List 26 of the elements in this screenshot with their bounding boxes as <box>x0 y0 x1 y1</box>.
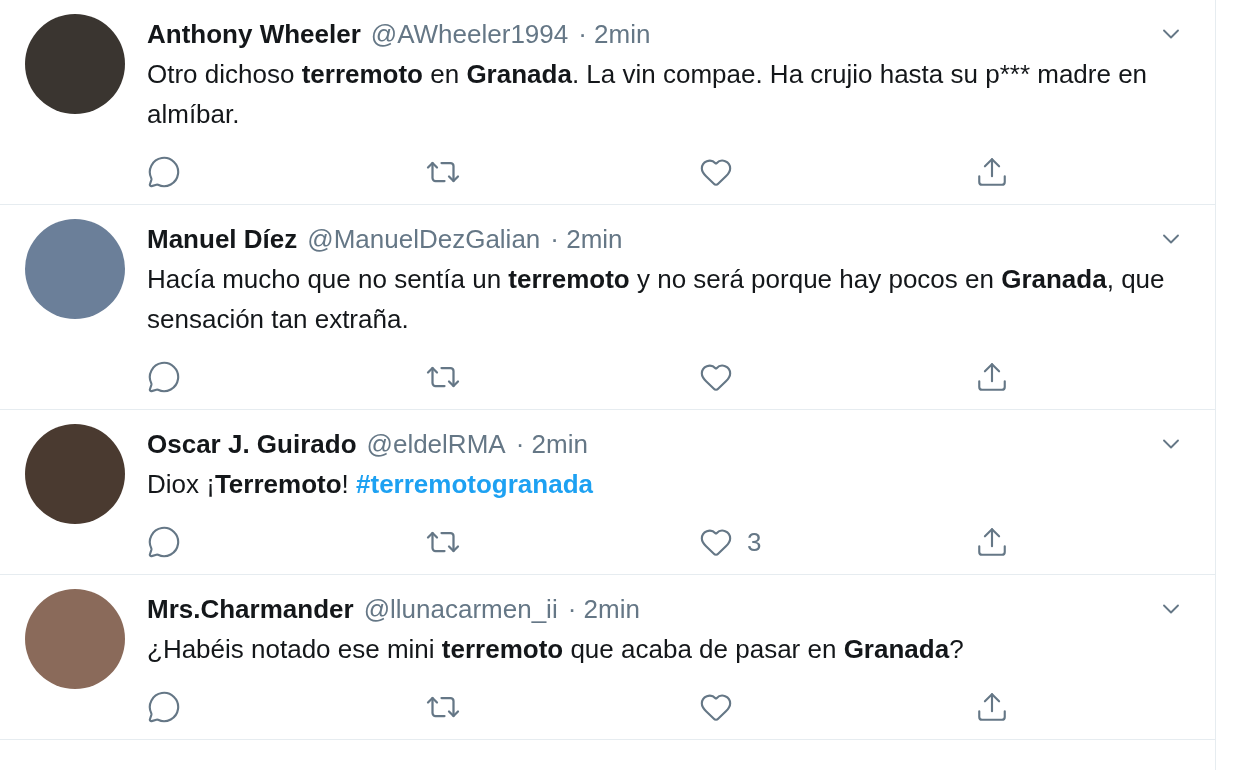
tweet-text: Diox ¡Terremoto! #terremotogranada <box>147 468 594 501</box>
share-icon[interactable] <box>975 360 1009 394</box>
tweet-time[interactable]: · 2min <box>578 14 651 54</box>
tweet-time[interactable]: · 2min <box>567 589 640 629</box>
user-handle[interactable]: @eldelRMA <box>366 424 506 464</box>
tweet-time[interactable]: · 2min <box>550 219 623 259</box>
hashtag-link[interactable]: #terremotogranada <box>356 469 593 499</box>
reply-icon[interactable] <box>147 360 181 394</box>
like-count: 3 <box>747 525 762 559</box>
reply-icon[interactable] <box>147 155 181 189</box>
tweet-text: Otro dichoso terremoto en Granada. La vin compae. Ha crujio hasta su p*** madre en almíbar. <box>147 58 1149 131</box>
user-name[interactable]: Manuel Díez <box>147 219 298 259</box>
user-name[interactable]: Oscar J. Guirado <box>147 424 357 464</box>
tweet-text: ¿Habéis notado ese mini terremoto que acaba de pasar en Granada? <box>147 633 965 666</box>
user-handle[interactable]: @AWheeler1994 <box>370 14 569 54</box>
tweet-time[interactable]: · 2min <box>515 424 588 464</box>
user-name[interactable]: Mrs.Charmander <box>147 589 354 629</box>
share-icon[interactable] <box>975 525 1009 559</box>
reply-icon[interactable] <box>147 690 181 724</box>
share-icon[interactable] <box>975 690 1009 724</box>
reply-icon[interactable] <box>147 525 181 559</box>
user-handle[interactable]: @llunacarmen_ii <box>363 589 558 629</box>
tweet-text: Hacía mucho que no sentía un terremoto y no será porque hay pocos en Granada, que sensación tan extraña. <box>147 263 1166 336</box>
user-name[interactable]: Anthony Wheeler <box>147 14 361 54</box>
share-icon[interactable] <box>975 155 1009 189</box>
user-handle[interactable]: @ManuelDezGalian <box>307 219 541 259</box>
